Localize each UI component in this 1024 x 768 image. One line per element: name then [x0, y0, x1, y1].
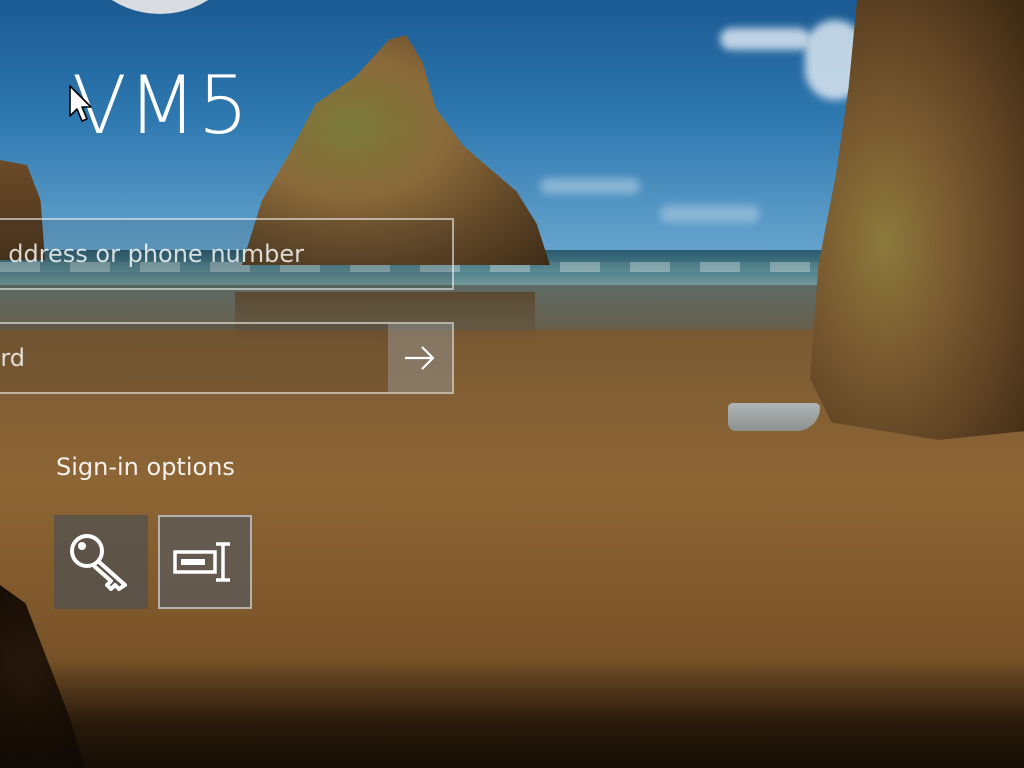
cloud	[660, 205, 760, 223]
email-field-placeholder: ddress or phone number	[8, 240, 304, 268]
tide-pool	[728, 403, 820, 431]
email-or-phone-field[interactable]: ddress or phone number	[0, 218, 454, 290]
submit-button[interactable]	[388, 324, 452, 392]
user-name-heading: VM5	[72, 59, 250, 152]
pin-keypad-icon	[173, 542, 230, 582]
cloud	[720, 28, 810, 50]
password-option-button[interactable]	[54, 515, 148, 609]
password-field[interactable]: rd	[0, 322, 454, 394]
pin-option-button[interactable]	[158, 515, 252, 609]
key-icon	[70, 534, 127, 591]
foreground-shadow	[0, 660, 1024, 768]
arrow-right-icon	[405, 346, 435, 370]
sign-in-options-label[interactable]: Sign-in options	[56, 453, 235, 481]
cloud	[540, 178, 640, 194]
password-field-placeholder: rd	[0, 344, 25, 372]
mouse-pointer-icon	[69, 85, 92, 122]
